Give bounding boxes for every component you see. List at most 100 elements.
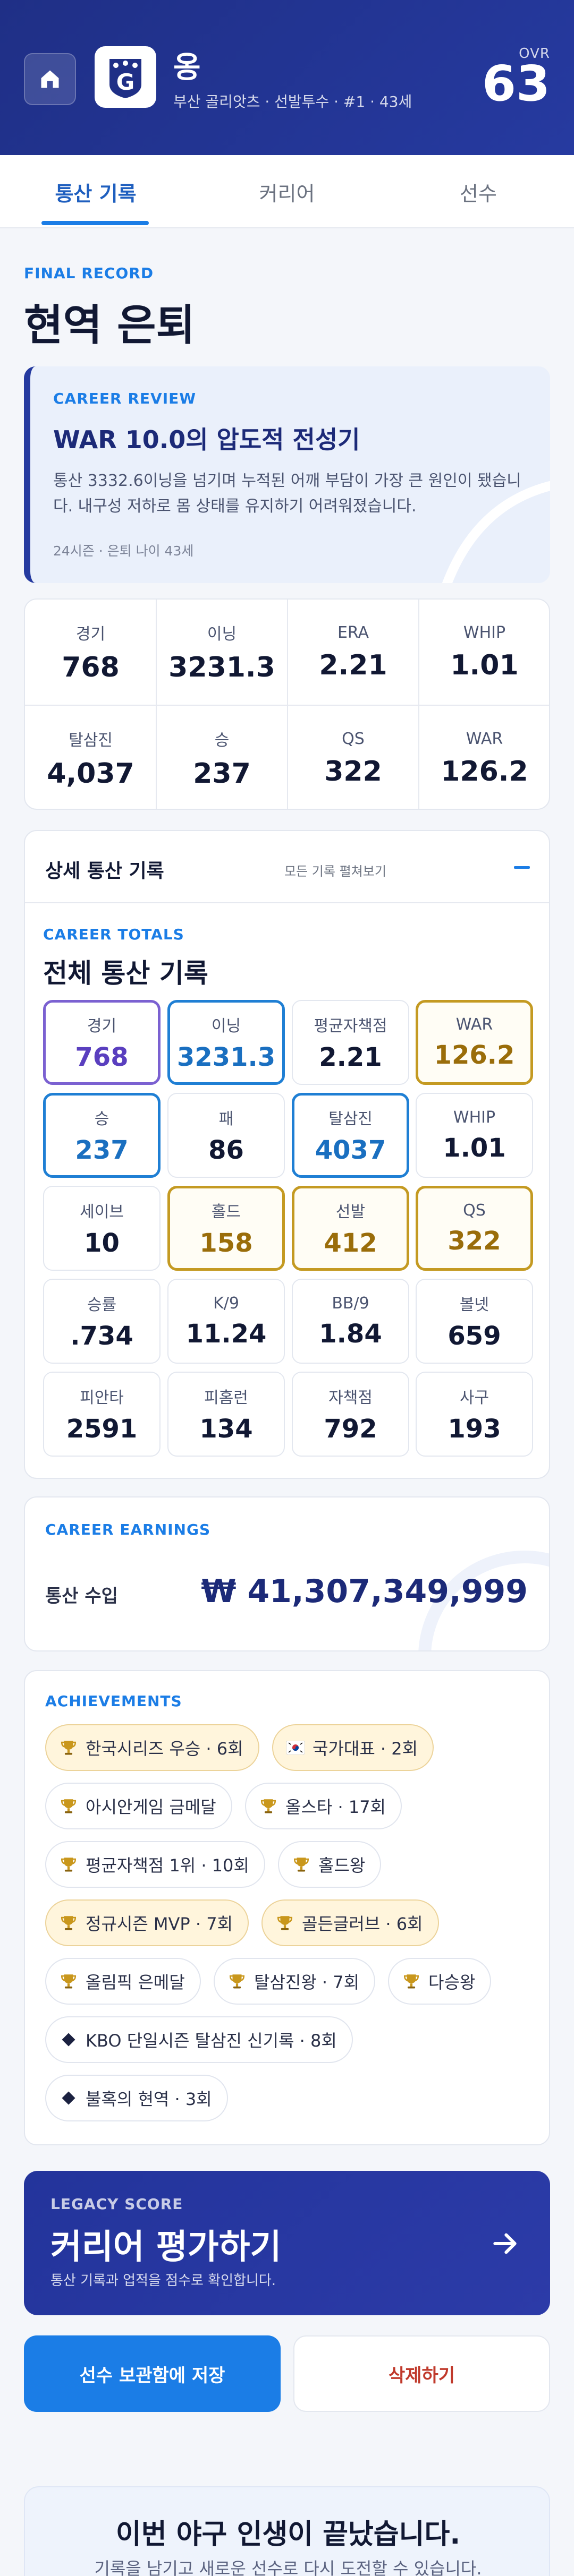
delete-button[interactable]: 삭제하기 (293, 2335, 550, 2412)
career-stat-box: 자책점 792 (292, 1372, 409, 1457)
detailed-stats-header[interactable]: 상세 통산 기록 모든 기록 펼쳐보기 (25, 831, 549, 903)
stat-value: 237 (75, 1135, 129, 1165)
stat-label: 자책점 (328, 1389, 373, 1407)
achievement-chip: 정규시즌 MVP · 7회 (45, 1899, 249, 1946)
stat-label: 선발 (335, 1203, 366, 1221)
achievement-chip: 다승왕 (388, 1958, 492, 2005)
career-stat-box: WAR 126.2 (416, 1000, 533, 1085)
expand-all-link[interactable]: 모든 기록 펼쳐보기 (284, 861, 386, 879)
save-to-locker-button[interactable]: 선수 보관함에 저장 (24, 2335, 281, 2412)
career-stat-box: 탈삼진 4037 (292, 1093, 409, 1178)
achievement-label: 탈삼진왕 · 7회 (254, 1972, 360, 1992)
career-stat-box: 피안타 2591 (43, 1372, 161, 1457)
stat-value: 2591 (66, 1414, 138, 1444)
summary-stat: WAR 126.2 (419, 706, 549, 809)
career-totals-title: 전체 통산 기록 (43, 958, 208, 989)
legacy-title: 커리어 평가하기 (50, 2228, 282, 2267)
trophy-icon (59, 1913, 78, 1932)
divider (25, 705, 549, 706)
stat-label: K/9 (213, 1294, 239, 1313)
career-stat-box: 선발 412 (292, 1186, 409, 1271)
stat-label: 이닝 (207, 625, 237, 644)
career-stat-box: 경기 768 (43, 1000, 161, 1085)
summary-stat: 탈삼진 4,037 (25, 706, 156, 809)
stat-value: 1.01 (443, 1133, 506, 1163)
stat-value: 126.2 (434, 1040, 515, 1070)
stat-value: 3231.3 (168, 652, 275, 683)
trophy-icon (59, 1738, 78, 1757)
legacy-score-button[interactable]: LEGACY SCORE 커리어 평가하기 통산 기록과 업적을 점수로 확인합… (24, 2171, 550, 2315)
ending-title: 이번 야구 인생이 끝났습니다. (115, 2519, 461, 2551)
stat-value: 768 (75, 1042, 129, 1072)
career-earnings-card: CAREER EARNINGS 통산 수입 ₩ 41,307,349,999 (24, 1496, 550, 1651)
detailed-stats-title: 상세 통산 기록 (45, 860, 164, 882)
stat-label: 승 (214, 731, 230, 750)
stat-value: 322 (324, 755, 382, 788)
stat-value: 2.21 (319, 649, 387, 681)
achievement-label: 한국시리즈 우승 · 6회 (86, 1739, 243, 1759)
achievement-label: 평균자책점 1위 · 10회 (86, 1855, 249, 1876)
korea-flag-icon (286, 1738, 305, 1757)
stat-label: 피안타 (80, 1389, 124, 1407)
career-earnings-eyebrow: CAREER EARNINGS (45, 1521, 211, 1538)
stat-label: 이닝 (211, 1017, 241, 1035)
stat-label: 평균자책점 (314, 1017, 387, 1035)
trophy-icon (259, 1796, 278, 1816)
tab-player[interactable]: 선수 (383, 155, 574, 228)
stat-label: WHIP (463, 623, 506, 642)
career-stat-box: 사구 193 (416, 1372, 533, 1457)
summary-stat: QS 322 (288, 706, 419, 809)
trophy-icon (292, 1855, 311, 1874)
summary-stat: 이닝 3231.3 (156, 600, 288, 705)
trophy-icon (402, 1972, 421, 1991)
home-icon (41, 70, 59, 88)
stat-label: 사구 (459, 1389, 489, 1407)
career-stat-box: 승 237 (43, 1093, 161, 1178)
ovr-value: 63 (482, 55, 550, 112)
stat-value: 659 (448, 1321, 501, 1351)
stat-label: QS (342, 729, 365, 748)
legacy-subtitle: 통산 기록과 업적을 점수로 확인합니다. (50, 2273, 276, 2289)
home-button[interactable] (24, 53, 76, 105)
summary-stat: 경기 768 (25, 600, 156, 705)
stat-label: 경기 (75, 625, 106, 644)
career-review-meta: 24시즌 · 은퇴 나이 43세 (53, 543, 194, 559)
career-stat-box: QS 322 (416, 1186, 533, 1271)
achievement-label: 홀드왕 (318, 1855, 366, 1876)
achievement-chip: 홀드왕 (278, 1841, 382, 1888)
stat-value: 2.21 (319, 1042, 382, 1072)
trophy-icon (227, 1972, 247, 1991)
achievement-label: 정규시즌 MVP · 7회 (86, 1914, 233, 1934)
stat-value: 4037 (315, 1135, 386, 1165)
career-review-headline: WAR 10.0의 압도적 전성기 (53, 425, 360, 454)
detailed-stats-card: 상세 통산 기록 모든 기록 펼쳐보기 CAREER TOTALS 전체 통산 … (24, 830, 550, 1479)
ending-card: 이번 야구 인생이 끝났습니다. 기록을 남기고 새로운 선수로 다시 도전할 … (24, 2486, 550, 2576)
earnings-label: 통산 수입 (45, 1586, 118, 1607)
stat-label: 경기 (87, 1017, 117, 1035)
tab-career-stats[interactable]: 통산 기록 (0, 155, 191, 228)
achievement-chip: 올스타 · 17회 (245, 1783, 402, 1829)
stat-label: 패 (218, 1110, 234, 1128)
stat-value: 1.01 (450, 649, 519, 681)
stat-value: 126.2 (441, 755, 528, 788)
summary-stat: ERA 2.21 (288, 600, 419, 705)
final-record-title: 현역 은퇴 (24, 301, 196, 350)
career-stat-box: WHIP 1.01 (416, 1093, 533, 1178)
stat-value: 237 (193, 758, 251, 790)
player-subtitle: 부산 골리앗츠 · 선발투수 · #1 · 43세 (173, 93, 412, 110)
achievement-label: 국가대표 · 2회 (313, 1739, 418, 1759)
tab-career[interactable]: 커리어 (191, 155, 383, 228)
career-stat-box: 패 86 (167, 1093, 285, 1178)
trophy-icon (59, 1855, 78, 1874)
summary-stats-card: 경기 768 이닝 3231.3 ERA 2.21 WHIP 1.01 탈삼진 4,037… (24, 598, 550, 810)
achievement-label: 아시안게임 금메달 (86, 1797, 216, 1817)
stat-value: .734 (70, 1321, 133, 1351)
player-name: 옹 (173, 50, 201, 85)
stat-label: ERA (337, 623, 369, 642)
achievement-chip: 한국시리즈 우승 · 6회 (45, 1724, 259, 1771)
stat-label: 탈삼진 (328, 1110, 373, 1128)
stat-value: 86 (208, 1135, 244, 1165)
collapse-icon[interactable] (514, 866, 530, 869)
achievement-label: 올림픽 은메달 (86, 1972, 185, 1992)
achievements-card: ACHIEVEMENTS 한국시리즈 우승 · 6회 국가대표 · 2회 아시안게임… (24, 1670, 550, 2145)
